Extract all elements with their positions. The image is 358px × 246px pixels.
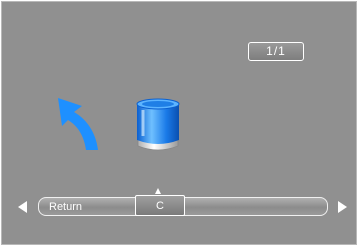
scroll-left-icon[interactable]	[18, 201, 27, 213]
back-arrow-icon[interactable]	[54, 94, 106, 152]
page-indicator: 1/1	[248, 42, 304, 61]
device-screen: 1/1 Return C	[1, 1, 357, 245]
storage-drive-icon[interactable]	[132, 96, 184, 158]
bottom-menu-bar: Return C	[38, 195, 328, 216]
menu-item-return[interactable]: Return	[49, 198, 82, 215]
selection-caret-icon	[155, 188, 161, 194]
scroll-right-icon[interactable]	[338, 201, 347, 213]
menu-item-c[interactable]: C	[135, 195, 185, 216]
